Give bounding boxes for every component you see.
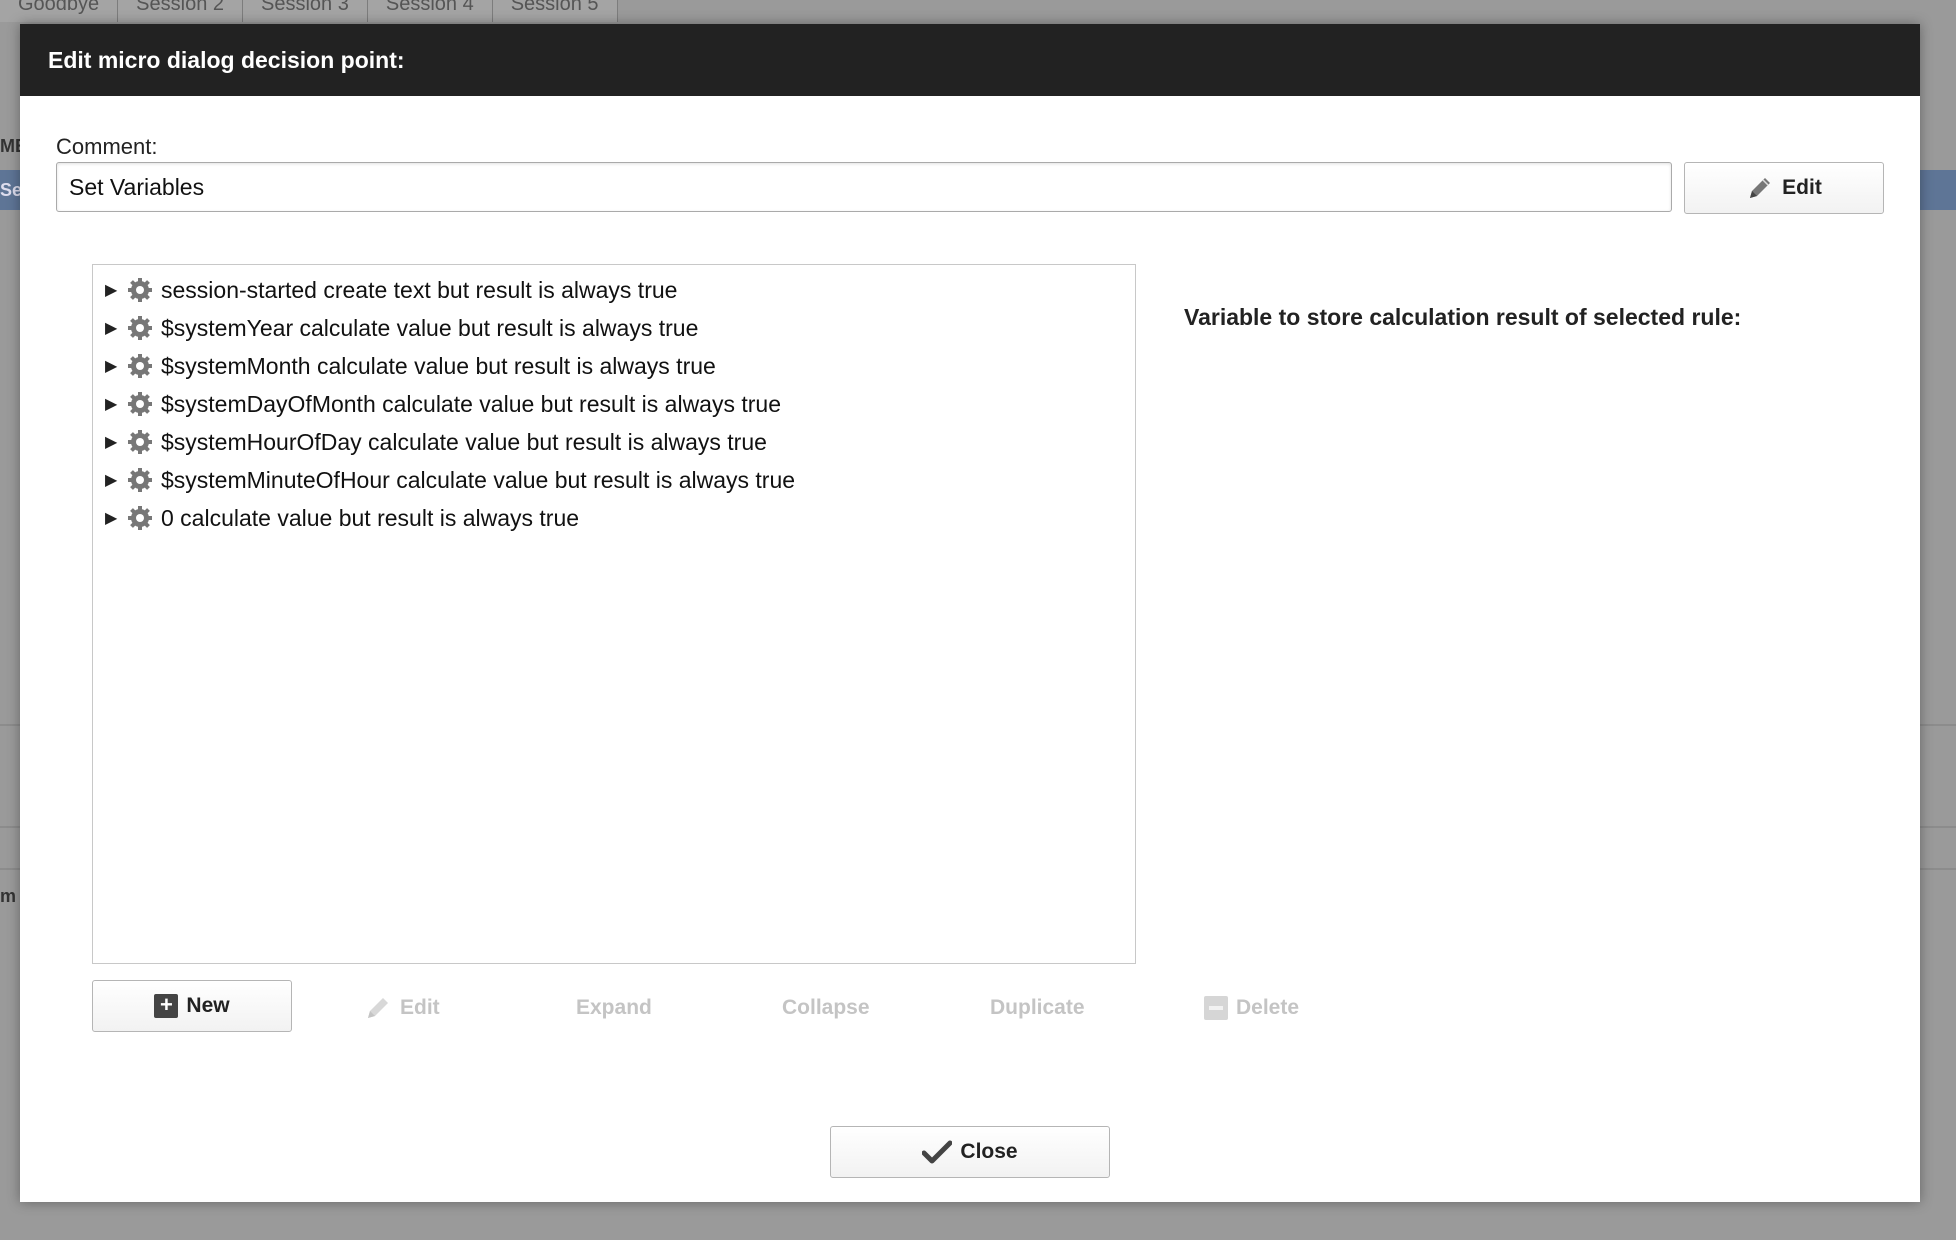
close-label: Close (960, 1140, 1018, 1163)
collapse-button[interactable]: Collapse (782, 982, 870, 1034)
duplicate-label: Duplicate (990, 996, 1085, 1019)
background-tab: Session 4 (367, 0, 493, 22)
triangle-right-icon[interactable]: ▶ (105, 432, 125, 452)
tree-row[interactable]: ▶ $systemDayOfMonth calculate value but … (93, 385, 1135, 423)
background-tab: Session 5 (492, 0, 618, 22)
background-tab: Session 3 (243, 0, 368, 22)
tree-row[interactable]: ▶ session-started create text but result… (93, 271, 1135, 309)
background-tab: Goodbye (0, 0, 119, 22)
collapse-label: Collapse (782, 996, 870, 1019)
edit-decision-point-dialog: Edit micro dialog decision point: Commen… (20, 24, 1920, 1202)
tree-row[interactable]: ▶ $systemHourOfDay calculate value but r… (93, 423, 1135, 461)
edit-button[interactable]: Edit (364, 982, 440, 1034)
tree-row[interactable]: ▶ $systemMinuteOfHour calculate value bu… (93, 461, 1135, 499)
comment-input[interactable] (56, 162, 1672, 212)
dialog-title: Edit micro dialog decision point: (20, 24, 1920, 96)
pencil-icon (1750, 178, 1771, 198)
triangle-right-icon[interactable]: ▶ (105, 318, 125, 338)
gear-icon (128, 430, 152, 454)
background-fragment: m (0, 886, 17, 906)
checkmark-icon (922, 1140, 953, 1164)
comment-edit-button[interactable]: Edit (1684, 162, 1884, 214)
delete-button[interactable]: Delete (1204, 982, 1299, 1034)
gear-icon (128, 278, 152, 302)
triangle-right-icon[interactable]: ▶ (105, 356, 125, 376)
new-label: New (186, 994, 230, 1017)
comment-label: Comment: (56, 134, 158, 159)
minus-icon (1204, 996, 1228, 1020)
comment-edit-label: Edit (1782, 176, 1822, 199)
rule-label: session-started create text but result i… (161, 276, 678, 303)
rule-label: $systemYear calculate value but result i… (161, 314, 699, 341)
edit-label: Edit (400, 996, 440, 1019)
triangle-right-icon[interactable]: ▶ (105, 508, 125, 528)
pencil-icon (368, 998, 388, 1018)
triangle-right-icon[interactable]: ▶ (105, 470, 125, 490)
rule-label: 0 calculate value but result is always t… (161, 504, 580, 531)
gear-icon (128, 316, 152, 340)
tree-row[interactable]: ▶ 0 calculate value but result is always… (93, 499, 1135, 537)
triangle-right-icon[interactable]: ▶ (105, 394, 125, 414)
duplicate-button[interactable]: Duplicate (990, 982, 1085, 1034)
rule-label: $systemMonth calculate value but result … (161, 352, 716, 379)
tree-row[interactable]: ▶ $systemMonth calculate value but resul… (93, 347, 1135, 385)
expand-label: Expand (576, 996, 652, 1019)
rules-tree[interactable]: ▶ session-started create text but result… (92, 264, 1136, 964)
gear-icon (128, 506, 152, 530)
background-tabs: Goodbye Session 2 Session 3 Session 4 Se… (0, 0, 700, 22)
rule-label: $systemDayOfMonth calculate value but re… (161, 390, 781, 417)
rule-label: $systemMinuteOfHour calculate value but … (161, 466, 796, 493)
plus-icon: + (154, 994, 179, 1018)
rule-label: $systemHourOfDay calculate value but res… (161, 428, 767, 455)
expand-button[interactable]: Expand (576, 982, 652, 1034)
gear-icon (128, 392, 152, 416)
triangle-right-icon[interactable]: ▶ (105, 280, 125, 300)
result-variable-title: Variable to store calculation result of … (1184, 304, 1742, 330)
background-fragment: Se (0, 180, 23, 200)
tree-row[interactable]: ▶ $systemYear calculate value but result… (93, 309, 1135, 347)
delete-label: Delete (1236, 996, 1300, 1019)
close-button[interactable]: Close (830, 1126, 1110, 1178)
gear-icon (128, 468, 152, 492)
new-button[interactable]: + New (92, 980, 292, 1032)
background-tab: Session 2 (118, 0, 244, 22)
gear-icon (128, 354, 152, 378)
